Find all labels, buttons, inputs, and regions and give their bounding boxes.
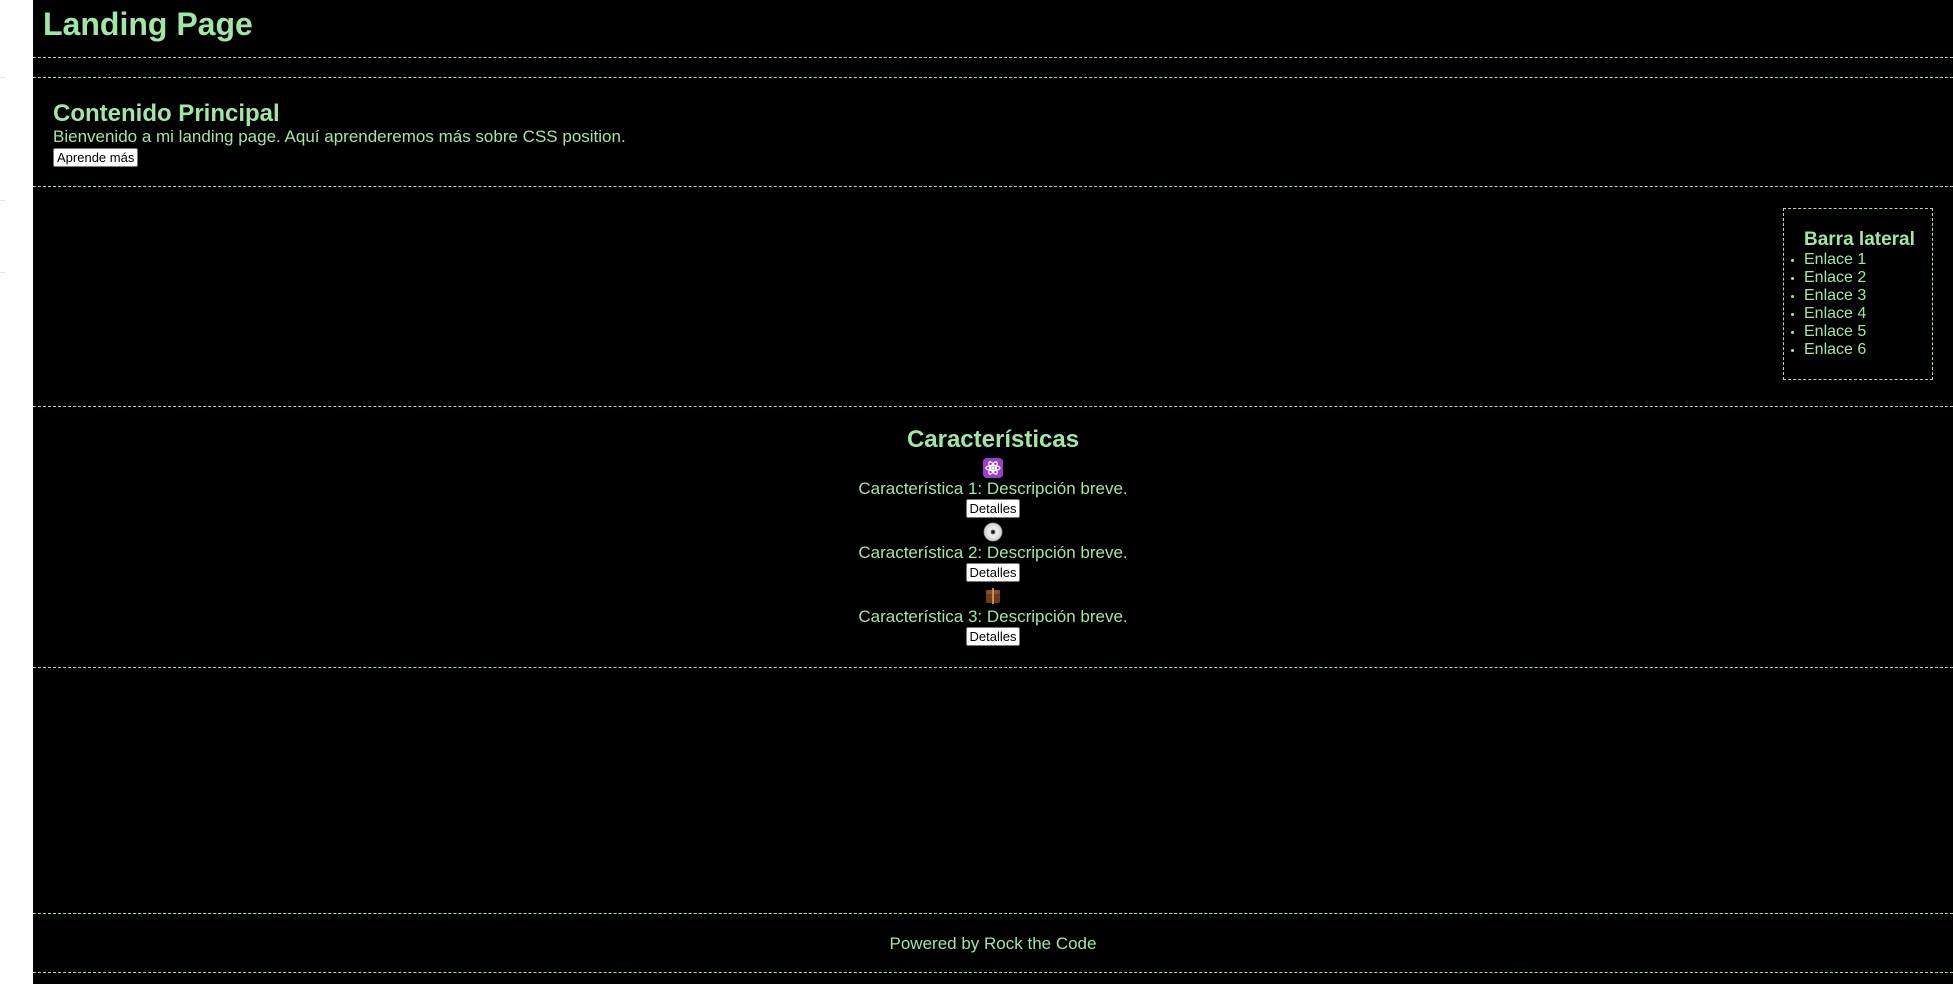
feature-item: Característica 3: Descripción breve. Det…: [33, 586, 1953, 646]
details-button[interactable]: Detalles: [965, 499, 1021, 518]
main-content-section: Contenido Principal Bienvenido a mi land…: [33, 77, 1953, 187]
sidebar-link-list: Enlace 1 Enlace 2 Enlace 3 Enlace 4 Enla…: [1784, 251, 1932, 359]
learn-more-button[interactable]: Aprende más: [53, 148, 139, 167]
site-header: Landing Page: [33, 0, 1953, 58]
feature-item: Característica 2: Descripción breve. Det…: [33, 522, 1953, 582]
sidebar-link[interactable]: Enlace 2: [1804, 269, 1932, 287]
details-button[interactable]: Detalles: [965, 563, 1021, 582]
sidebar-link[interactable]: Enlace 3: [1804, 287, 1932, 305]
sidebar-link[interactable]: Enlace 1: [1804, 251, 1932, 269]
sidebar: Barra lateral Enlace 1 Enlace 2 Enlace 3…: [1783, 208, 1933, 380]
page-canvas: Landing Page Contenido Principal Bienven…: [33, 0, 1953, 984]
details-button[interactable]: Detalles: [965, 627, 1021, 646]
features-section: Características Característica 1: Descri…: [33, 406, 1953, 668]
empty-section: [33, 668, 1953, 914]
main-content-title: Contenido Principal: [53, 100, 280, 127]
margin-tick: [0, 77, 6, 78]
page-title: Landing Page: [43, 6, 253, 42]
features-title: Características: [906, 426, 1080, 453]
left-margin-strip: [0, 0, 33, 984]
site-footer: Powered by Rock the Code: [33, 913, 1953, 973]
feature-description: Característica 2: Descripción breve.: [858, 543, 1128, 562]
sidebar-link[interactable]: Enlace 4: [1804, 305, 1932, 323]
disc-icon: [983, 522, 1003, 542]
sidebar-band: Barra lateral Enlace 1 Enlace 2 Enlace 3…: [33, 186, 1953, 407]
feature-item: Característica 1: Descripción breve. Det…: [33, 458, 1953, 518]
footer-text: Powered by Rock the Code: [889, 934, 1097, 953]
sidebar-link[interactable]: Enlace 6: [1804, 341, 1932, 359]
sidebar-link[interactable]: Enlace 5: [1804, 323, 1932, 341]
margin-tick: [0, 272, 6, 273]
sidebar-title: Barra lateral: [1804, 229, 1915, 250]
feature-description: Característica 3: Descripción breve.: [858, 607, 1128, 626]
margin-tick: [0, 200, 6, 201]
box-icon: [986, 588, 1000, 604]
main-content-text: Bienvenido a mi landing page. Aquí apren…: [53, 127, 626, 146]
atom-icon: [983, 458, 1003, 478]
feature-description: Característica 1: Descripción breve.: [858, 479, 1128, 498]
